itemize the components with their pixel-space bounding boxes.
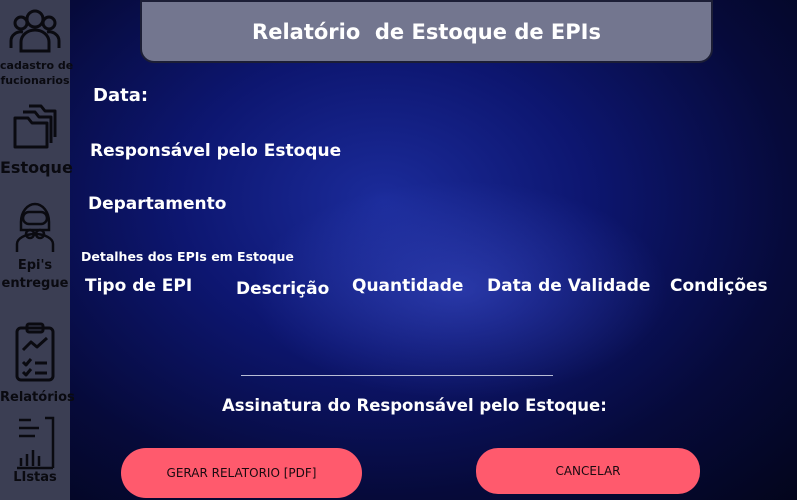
sidebar-item-label: Relatórios — [0, 390, 75, 405]
cancel-button[interactable]: CANCELAR — [476, 448, 700, 494]
column-header: Condições — [670, 276, 768, 296]
sidebar-item-label: LIstas — [13, 470, 57, 485]
signature-label: Assinatura do Responsável pelo Estoque: — [222, 396, 607, 415]
date-label: Data: — [93, 85, 149, 106]
generate-report-button[interactable]: GERAR RELATORIO [PDF] — [121, 448, 362, 498]
sidebar-item-label: Epi's — [17, 258, 53, 273]
hazmat-worker-icon — [15, 202, 55, 252]
sidebar-item-label: entregue — [1, 276, 69, 291]
sidebar-item-relatorios[interactable]: Relatórios — [0, 322, 75, 405]
users-icon — [9, 9, 61, 53]
signature-line[interactable] — [241, 375, 553, 376]
sidebar-item-label: fucionarios — [0, 74, 70, 87]
column-header: Tipo de EPI — [85, 276, 193, 296]
sidebar-item-label: cadastro de — [0, 59, 74, 72]
sidebar-item-label: Estoque — [0, 158, 73, 177]
sidebar-item-cadastro[interactable]: cadastro de fucionarios — [0, 6, 74, 88]
clipboard-chart-icon — [15, 322, 55, 382]
responsible-label: Responsável pelo Estoque — [90, 141, 342, 161]
list-chart-icon — [17, 416, 55, 470]
sidebar-item-estoque[interactable]: Estoque — [0, 100, 73, 177]
column-header: Data de Validade — [487, 276, 651, 296]
column-header: Quantidade — [352, 276, 464, 296]
page-header: Relatório de Estoque de EPIs — [140, 0, 713, 63]
sidebar-item-epis-entregue[interactable]: Epi's entregue — [0, 196, 70, 291]
sidebar: cadastro de fucionarios Estoque Epi's en… — [0, 0, 75, 500]
column-header: Descrição — [236, 279, 330, 299]
folders-icon — [13, 104, 57, 149]
department-label: Departamento — [88, 194, 227, 214]
page-title: Relatório de Estoque de EPIs — [252, 19, 601, 44]
details-heading: Detalhes dos EPIs em Estoque — [81, 249, 294, 264]
sidebar-item-listas[interactable]: LIstas — [0, 414, 70, 485]
